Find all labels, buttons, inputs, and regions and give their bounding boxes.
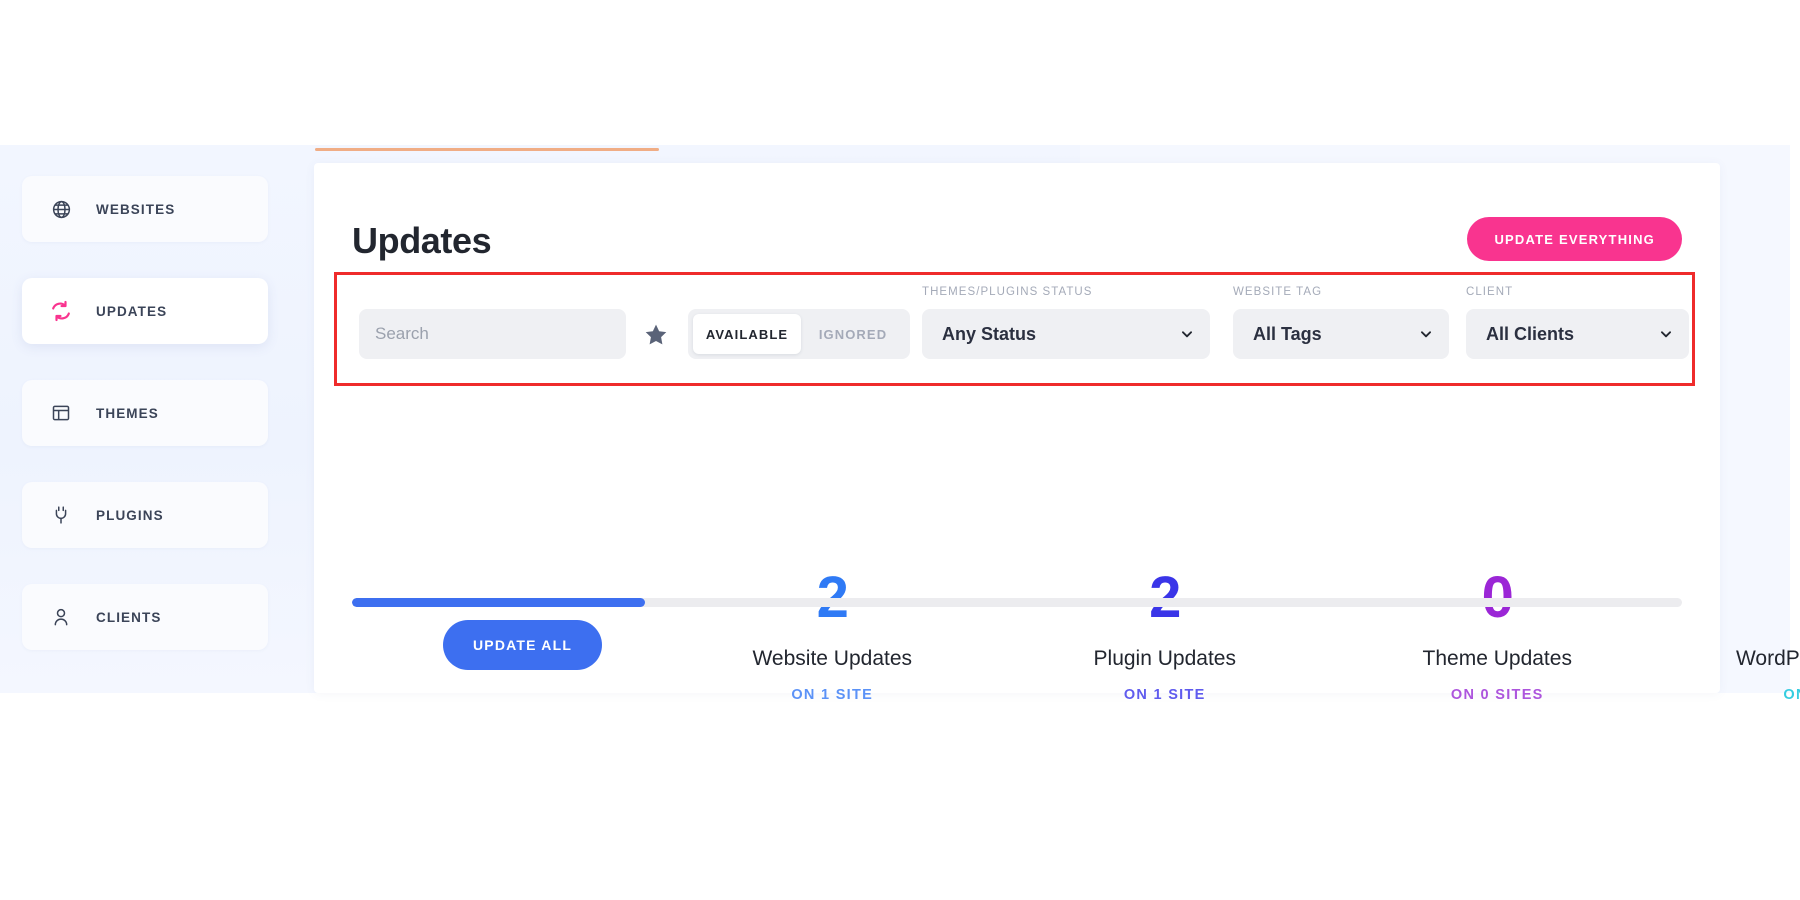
stat-plugin-updates: 2 Plugin Updates ON 1 SITE xyxy=(999,569,1332,703)
tab-bottom-edge xyxy=(315,148,659,151)
sidebar-item-label: WEBSITES xyxy=(96,202,175,217)
stat-theme-updates: 0 Theme Updates ON 0 SITES xyxy=(1331,569,1664,703)
globe-icon xyxy=(50,198,72,220)
status-filter[interactable]: Any Status xyxy=(922,309,1210,359)
status-filter-label: THEMES/PLUGINS STATUS xyxy=(922,286,1093,298)
toggle-available[interactable]: AVAILABLE xyxy=(693,314,801,354)
sidebar-item-websites[interactable]: WEBSITES xyxy=(22,176,268,242)
stat-sublabel: ON 0 SITES xyxy=(1664,687,1800,703)
update-progress-fill xyxy=(352,598,645,607)
availability-toggle[interactable]: AVAILABLE IGNORED xyxy=(688,309,910,359)
stat-website-updates: 2 Website Updates ON 1 SITE xyxy=(666,569,999,703)
stat-sublabel: ON 1 SITE xyxy=(666,687,999,703)
stat-label: WordPress Updates xyxy=(1664,647,1800,671)
sidebar-item-label: CLIENTS xyxy=(96,610,161,625)
client-filter-label: CLIENT xyxy=(1466,286,1513,298)
page-bottom-whitespace xyxy=(0,693,1800,900)
sidebar-item-plugins[interactable]: PLUGINS xyxy=(22,482,268,548)
sidebar-nav: WEBSITES UPDATES THEMES xyxy=(0,150,313,693)
status-select[interactable]: Any Status xyxy=(922,309,1210,359)
search-input[interactable] xyxy=(359,309,626,359)
sidebar-item-label: UPDATES xyxy=(96,304,167,319)
stat-wordpress-updates: 0 WordPress Updates ON 0 SITES xyxy=(1664,569,1800,703)
website-tag-filter-label: WEBSITE TAG xyxy=(1233,286,1322,298)
client-select[interactable]: All Clients xyxy=(1466,309,1689,359)
screenshot-root: WEBSITES UPDATES THEMES xyxy=(0,0,1800,900)
website-tag-filter[interactable]: All Tags xyxy=(1233,309,1449,359)
sidebar-item-label: THEMES xyxy=(96,406,159,421)
client-filter[interactable]: All Clients xyxy=(1466,309,1689,359)
updates-panel: Updates UPDATE EVERYTHING 2 Website Upda… xyxy=(314,163,1720,693)
stat-label: Plugin Updates xyxy=(999,647,1332,671)
stat-label: Website Updates xyxy=(666,647,999,671)
star-icon[interactable] xyxy=(643,322,669,348)
stat-label: Theme Updates xyxy=(1331,647,1664,671)
window-icon xyxy=(50,402,72,424)
stats-row: 2 Website Updates ON 1 SITE 2 Plugin Upd… xyxy=(666,569,1800,703)
sidebar-item-label: PLUGINS xyxy=(96,508,164,523)
filters-highlight-box: AVAILABLE IGNORED THEMES/PLUGINS STATUS … xyxy=(334,272,1695,386)
sidebar-item-clients[interactable]: CLIENTS xyxy=(22,584,268,650)
plug-icon xyxy=(50,504,72,526)
stat-sublabel: ON 0 SITES xyxy=(1331,687,1664,703)
sidebar-item-updates[interactable]: UPDATES xyxy=(22,278,268,344)
website-tag-select[interactable]: All Tags xyxy=(1233,309,1449,359)
update-all-button[interactable]: UPDATE ALL xyxy=(443,620,602,670)
update-everything-button[interactable]: UPDATE EVERYTHING xyxy=(1467,217,1682,261)
user-icon xyxy=(50,606,72,628)
refresh-icon xyxy=(50,300,72,322)
update-progress-bar xyxy=(352,598,1682,607)
toggle-ignored[interactable]: IGNORED xyxy=(801,314,905,354)
filters-bar: AVAILABLE IGNORED THEMES/PLUGINS STATUS … xyxy=(337,275,1692,383)
page-title: Updates xyxy=(352,220,491,262)
stat-count: 0 xyxy=(1664,569,1800,627)
sidebar-item-themes[interactable]: THEMES xyxy=(22,380,268,446)
page-top-whitespace xyxy=(0,0,1800,145)
stat-sublabel: ON 1 SITE xyxy=(999,687,1332,703)
